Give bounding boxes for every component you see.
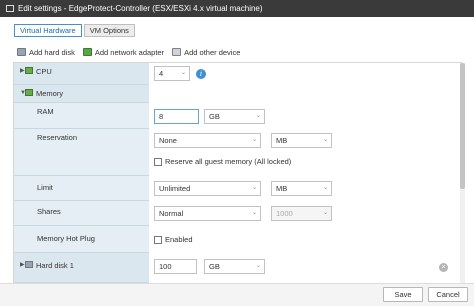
ram-unit-select[interactable]: GB ⌄ [204, 109, 265, 124]
add-other-device-label: Add other device [184, 47, 241, 57]
reservation-unit-select[interactable]: MB ⌄ [271, 133, 332, 148]
chevron-down-icon: ⌄ [322, 210, 328, 216]
window-title-bar: Edit settings - EdgeProtect-Controller (… [0, 0, 474, 17]
tab-bar: Virtual Hardware VM Options [14, 24, 137, 37]
tab-vm-options[interactable]: VM Options [83, 24, 135, 37]
chevron-down-icon: ⌄ [255, 113, 261, 119]
memory-hot-plug-checkbox[interactable] [154, 235, 162, 244]
chevron-down-icon: ⌄ [322, 137, 328, 143]
hard-disk-icon [25, 261, 33, 268]
vertical-scrollbar[interactable] [460, 63, 465, 295]
cancel-button[interactable]: Cancel [428, 287, 468, 302]
remove-device-icon[interactable]: × [439, 263, 448, 272]
window-title: Edit settings - EdgeProtect-Controller (… [18, 4, 263, 13]
limit-label: Limit [37, 183, 53, 192]
chevron-down-icon: ⌄ [255, 263, 261, 269]
tab-virtual-hardware[interactable]: Virtual Hardware [14, 24, 82, 37]
memory-row: ▼ Memory [14, 85, 447, 103]
ram-input[interactable]: 8 [154, 109, 199, 124]
cpu-icon [25, 67, 33, 74]
memory-hot-plug-enabled-label: Enabled [165, 235, 193, 244]
add-hard-disk-button[interactable]: Add hard disk [17, 48, 75, 57]
add-other-device-button[interactable]: Add other device [172, 48, 240, 57]
shares-select[interactable]: Normal ⌄ [154, 206, 261, 221]
hard-disk-icon [17, 48, 26, 56]
cpu-count-select[interactable]: 4 ⌄ [154, 66, 190, 81]
reserve-all-memory-label: Reserve all guest memory (All locked) [165, 157, 292, 166]
network-adapter-icon [82, 48, 92, 56]
shares-row: Shares Normal ⌄ 1000 ⌄ [14, 201, 447, 226]
ram-row: RAM 8 GB ⌄ [14, 103, 447, 129]
memory-hot-plug-option[interactable]: Enabled [154, 235, 193, 244]
memory-label: Memory [36, 89, 64, 98]
dialog-footer: Save Cancel [0, 283, 474, 306]
add-network-adapter-label: Add network adapter [94, 47, 165, 57]
hard-disk-unit-select[interactable]: GB ⌄ [204, 259, 265, 274]
cpu-row: ▶ CPU 4 ⌄ i [14, 63, 447, 85]
memory-hot-plug-label: Memory Hot Plug [37, 234, 95, 243]
shares-label: Shares [37, 207, 61, 216]
memory-icon [25, 89, 33, 96]
chevron-down-icon: ⌄ [180, 70, 186, 76]
add-network-adapter-button[interactable]: Add network adapter [82, 47, 165, 57]
other-device-icon [172, 48, 182, 56]
save-button[interactable]: Save [383, 287, 423, 302]
reservation-label: Reservation [37, 133, 78, 142]
reservation-select[interactable]: None ⌄ [154, 133, 261, 148]
reserve-all-memory-option[interactable]: Reserve all guest memory (All locked) [154, 157, 291, 166]
hard-disk-row: ▶ Hard disk 1 100 GB ⌄ × [14, 253, 448, 283]
chevron-down-icon: ⌄ [322, 185, 328, 191]
info-icon[interactable]: i [196, 69, 206, 79]
chevron-down-icon: ⌄ [251, 137, 257, 143]
ram-label: RAM [37, 107, 54, 116]
add-hard-disk-label: Add hard disk [29, 47, 75, 57]
limit-unit-select[interactable]: MB ⌄ [271, 181, 332, 196]
expand-caret-icon[interactable]: ▶ [20, 262, 25, 268]
reserve-all-memory-checkbox[interactable] [154, 157, 162, 166]
hard-disk-size-input[interactable]: 100 [154, 259, 197, 274]
scrollbar-thumb[interactable] [460, 63, 465, 189]
shares-amount-select: 1000 ⌄ [271, 206, 332, 221]
memory-hot-plug-row: Memory Hot Plug Enabled [14, 226, 447, 253]
chevron-down-icon: ⌄ [251, 210, 257, 216]
reservation-row: Reservation None ⌄ MB ⌄ Reserve all guest … [14, 129, 447, 176]
edit-settings-icon [6, 5, 14, 12]
limit-select[interactable]: Unlimited ⌄ [154, 181, 261, 196]
limit-row: Limit Unlimited ⌄ MB ⌄ [14, 176, 447, 201]
hardware-panel: ▶ CPU 4 ⌄ i ▼ Memory RAM 8 GB ⌄ Reservatio… [13, 62, 462, 306]
hardware-toolbar: Add hard disk Add network adapter Add ot… [17, 46, 248, 58]
hard-disk-label: Hard disk 1 [36, 261, 74, 270]
cpu-label: CPU [36, 67, 52, 76]
expand-caret-icon[interactable]: ▶ [20, 68, 25, 74]
chevron-down-icon: ⌄ [251, 185, 257, 191]
